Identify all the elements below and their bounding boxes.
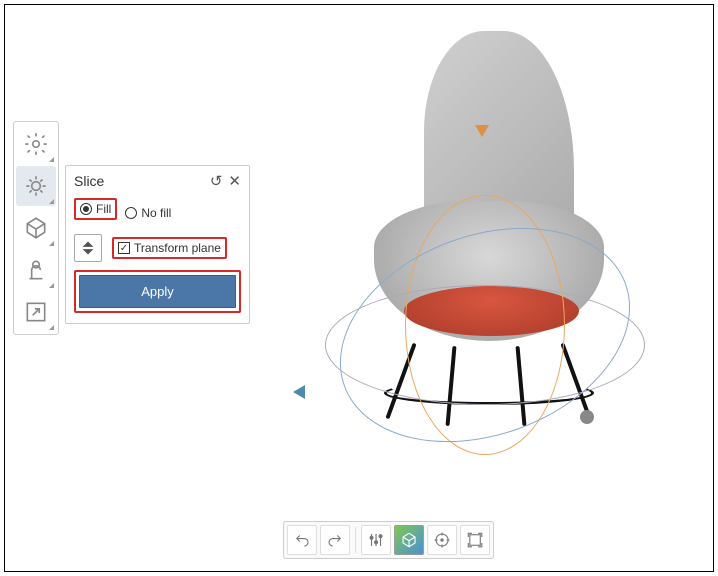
slice-tool[interactable] bbox=[16, 166, 56, 206]
fill-label: Fill bbox=[96, 202, 111, 216]
slice-panel: Slice ↺ ✕ Fill No fill bbox=[65, 165, 250, 324]
export-tool[interactable] bbox=[16, 292, 56, 332]
reset-icon[interactable]: ↺ bbox=[210, 172, 223, 190]
panel-title: Slice bbox=[74, 173, 104, 189]
viewport-3d[interactable] bbox=[265, 15, 703, 511]
nofill-radio[interactable]: No fill bbox=[125, 206, 171, 220]
separator bbox=[355, 527, 356, 553]
gizmo-handle-gray[interactable] bbox=[580, 410, 594, 424]
close-icon[interactable]: ✕ bbox=[228, 172, 241, 190]
bottom-toolbar bbox=[283, 521, 494, 559]
center-button[interactable] bbox=[427, 525, 457, 555]
redo-button[interactable] bbox=[320, 525, 350, 555]
transform-plane-checkbox[interactable]: Transform plane bbox=[112, 237, 227, 259]
view-cube-button[interactable] bbox=[394, 525, 424, 555]
apply-label: Apply bbox=[141, 284, 174, 299]
transform-label: Transform plane bbox=[134, 241, 221, 255]
adjust-button[interactable] bbox=[361, 525, 391, 555]
undo-button[interactable] bbox=[287, 525, 317, 555]
checkbox-icon bbox=[118, 242, 130, 254]
radio-icon bbox=[125, 207, 137, 219]
app-frame: Slice ↺ ✕ Fill No fill bbox=[4, 4, 714, 572]
gizmo-handle-orange[interactable] bbox=[475, 125, 489, 137]
bounds-button[interactable] bbox=[460, 525, 490, 555]
radio-icon bbox=[80, 203, 92, 215]
plane-orientation-button[interactable] bbox=[74, 234, 102, 262]
left-toolbar bbox=[13, 121, 59, 335]
gizmo-handle-blue[interactable] bbox=[293, 385, 305, 399]
fill-radio-group: Fill bbox=[74, 198, 117, 220]
mesh-tool[interactable] bbox=[16, 208, 56, 248]
fill-radio[interactable]: Fill bbox=[80, 202, 111, 216]
nofill-label: No fill bbox=[141, 206, 171, 220]
settings-tool[interactable] bbox=[16, 124, 56, 164]
transform-row: Transform plane bbox=[74, 234, 241, 262]
inspect-tool[interactable] bbox=[16, 250, 56, 290]
chair-model bbox=[344, 31, 624, 431]
apply-highlight: Apply bbox=[74, 270, 241, 313]
panel-header: Slice ↺ ✕ bbox=[74, 172, 241, 190]
apply-button[interactable]: Apply bbox=[79, 275, 236, 308]
